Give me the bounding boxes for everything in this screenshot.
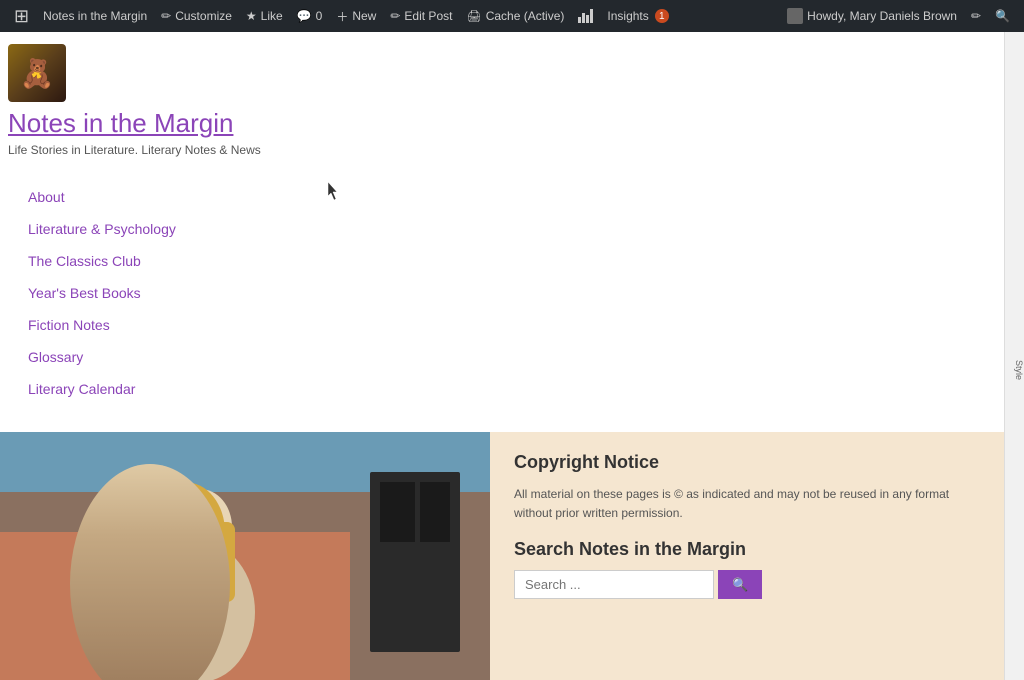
comment-icon: 💬: [297, 9, 312, 23]
site-title[interactable]: Notes in the Margin: [8, 108, 988, 139]
site-tagline: Life Stories in Literature. Literary Not…: [8, 143, 988, 157]
search-icon: 🔍: [732, 577, 748, 592]
right-panel: Style: [1004, 0, 1024, 680]
nav-item-fiction-notes[interactable]: Fiction Notes: [16, 309, 1004, 341]
nav-item-years-best[interactable]: Year's Best Books: [16, 277, 1004, 309]
like-button[interactable]: ★ Like: [240, 0, 289, 32]
edit-post-button[interactable]: ✏ Edit Post: [384, 0, 458, 32]
insights-badge: 1: [655, 9, 669, 23]
search-button[interactable]: 🔍: [718, 570, 762, 599]
admin-bar: ⊞ Notes in the Margin ✏ Customize ★ Like…: [0, 0, 1024, 32]
admin-site-name: Notes in the Margin: [43, 9, 147, 23]
site-footer: Copyright Notice All material on these p…: [0, 432, 1004, 680]
user-avatar: [787, 8, 803, 24]
site-avatar: 🧸: [8, 44, 66, 102]
nav-item-literary-calendar[interactable]: Literary Calendar: [16, 373, 1004, 405]
footer-right: Copyright Notice All material on these p…: [490, 432, 1004, 680]
cache-button[interactable]: 🖨 Cache (Active): [460, 0, 570, 32]
new-button[interactable]: ＋ New: [330, 0, 382, 32]
stats-icon: [578, 9, 593, 23]
like-icon: ★: [246, 9, 257, 23]
search-admin-icon: 🔍: [995, 9, 1010, 23]
new-icon: ＋: [336, 8, 348, 25]
search-input[interactable]: [514, 570, 714, 599]
stats-button[interactable]: [572, 0, 599, 32]
greeting-text: Howdy, Mary Daniels Brown: [807, 9, 957, 23]
wp-logo-button[interactable]: ⊞: [8, 0, 35, 32]
right-panel-label: Style: [1014, 360, 1024, 380]
customize-icon: ✏: [161, 9, 171, 23]
cache-icon: 🖨: [466, 9, 481, 23]
search-title: Search Notes in the Margin: [514, 539, 980, 560]
insights-label: Insights: [607, 9, 648, 23]
edit-profile-button[interactable]: ✏: [965, 0, 987, 32]
customize-button[interactable]: ✏ Customize: [155, 0, 238, 32]
new-label: New: [352, 9, 376, 23]
edit-icon: ✏: [390, 9, 400, 23]
search-admin-button[interactable]: 🔍: [989, 0, 1016, 32]
nav-item-glossary[interactable]: Glossary: [16, 341, 1004, 373]
admin-bar-right: Howdy, Mary Daniels Brown ✏ 🔍: [781, 0, 1016, 32]
site-header: 🧸 Notes in the Margin Life Stories in Li…: [0, 32, 1004, 173]
wp-logo-icon: ⊞: [14, 6, 29, 27]
nav-item-about[interactable]: About: [16, 181, 1004, 213]
nav-item-lit-psych[interactable]: Literature & Psychology: [16, 213, 1004, 245]
edit-profile-icon: ✏: [971, 9, 981, 23]
nav-item-classics-club[interactable]: The Classics Club: [16, 245, 1004, 277]
site-name-button[interactable]: Notes in the Margin: [37, 0, 153, 32]
edit-label: Edit Post: [404, 9, 452, 23]
copyright-text: All material on these pages is © as indi…: [514, 485, 980, 523]
cache-label: Cache (Active): [486, 9, 565, 23]
comment-count: 0: [316, 9, 323, 23]
footer-image: [0, 432, 490, 680]
comments-button[interactable]: 💬 0: [291, 0, 329, 32]
insights-button[interactable]: Insights 1: [601, 0, 674, 32]
footer-illustration: [0, 432, 490, 680]
site-navigation: About Literature & Psychology The Classi…: [0, 173, 1004, 413]
customize-label: Customize: [175, 9, 232, 23]
like-label: Like: [261, 9, 283, 23]
copyright-title: Copyright Notice: [514, 452, 980, 473]
search-form: 🔍: [514, 570, 980, 599]
avatar-emoji: 🧸: [20, 57, 55, 90]
avatar-button[interactable]: Howdy, Mary Daniels Brown: [781, 0, 963, 32]
